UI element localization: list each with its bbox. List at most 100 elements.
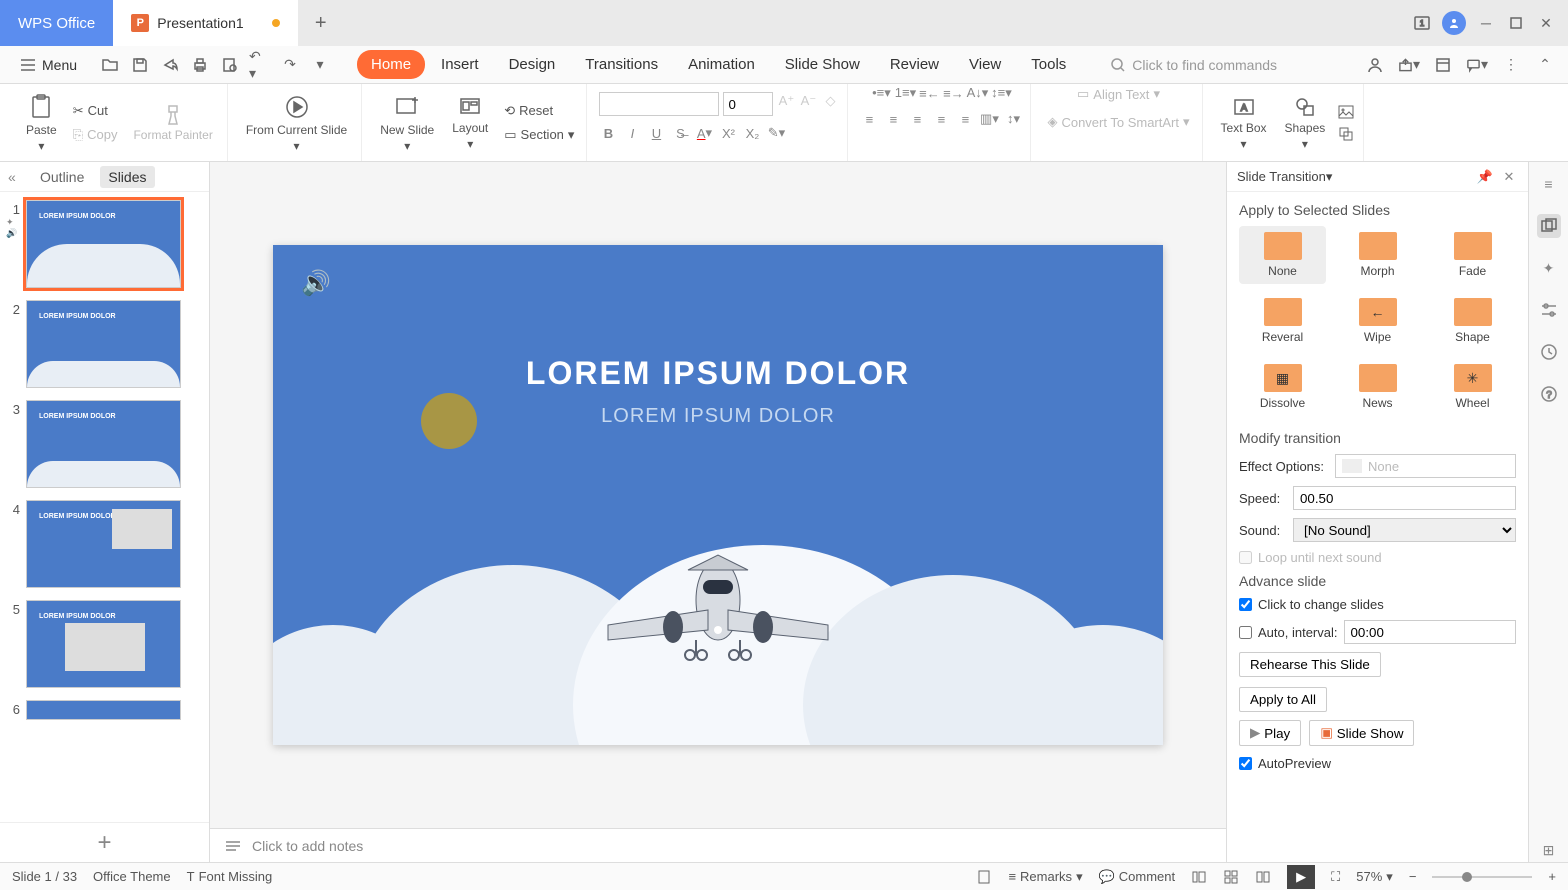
- pin-icon[interactable]: 📌: [1476, 168, 1494, 186]
- italic-icon[interactable]: I: [623, 124, 641, 142]
- rail-transition-icon[interactable]: [1537, 214, 1561, 238]
- tab-review[interactable]: Review: [876, 50, 953, 79]
- present-button[interactable]: ▶: [1287, 865, 1315, 889]
- tab-view[interactable]: View: [955, 50, 1015, 79]
- highlight-icon[interactable]: ✎▾: [767, 124, 785, 142]
- rail-grid-icon[interactable]: ⊞: [1537, 838, 1561, 862]
- save-icon[interactable]: [129, 54, 151, 76]
- tab-tools[interactable]: Tools: [1017, 50, 1080, 79]
- layout-button[interactable]: Layout▾: [446, 91, 494, 155]
- redo-icon[interactable]: ↷: [279, 54, 301, 76]
- sun-shape[interactable]: [421, 393, 477, 449]
- clear-format-icon[interactable]: ◇: [821, 92, 839, 110]
- text-box-button[interactable]: A Text Box▾: [1215, 91, 1273, 155]
- close-button[interactable]: ✕: [1536, 13, 1556, 33]
- tab-home[interactable]: Home: [357, 50, 425, 79]
- distribute-icon[interactable]: ≡: [956, 110, 974, 128]
- window-icon[interactable]: [1432, 54, 1454, 76]
- underline-icon[interactable]: U: [647, 124, 665, 142]
- remarks-button[interactable]: ≡Remarks▾: [1008, 869, 1082, 885]
- collapse-panel-icon[interactable]: «: [8, 169, 16, 185]
- bullets-icon[interactable]: •≡▾: [872, 84, 890, 102]
- export-icon[interactable]: ▾: [1398, 54, 1420, 76]
- comment-icon[interactable]: ▾: [1466, 54, 1488, 76]
- transition-shape[interactable]: Shape: [1429, 292, 1516, 350]
- tab-animation[interactable]: Animation: [674, 50, 769, 79]
- undo-icon[interactable]: ↶ ▾: [249, 54, 271, 76]
- customize-icon[interactable]: ▾: [309, 54, 331, 76]
- tab-slide-show[interactable]: Slide Show: [771, 50, 874, 79]
- rail-toggle-icon[interactable]: ≡: [1537, 172, 1561, 196]
- sorter-view-icon[interactable]: [1223, 869, 1239, 885]
- subscript-icon[interactable]: X₂: [743, 124, 761, 142]
- cut-button[interactable]: ✂Cut: [69, 101, 122, 121]
- collapse-ribbon-icon[interactable]: ⌃: [1534, 54, 1556, 76]
- autopreview-checkbox[interactable]: [1239, 757, 1252, 770]
- canvas-scroll[interactable]: 🔊 LOREM IPSUM DOLOR LOREM IPSUM DOLOR: [210, 162, 1226, 828]
- align-center-icon[interactable]: ≡: [884, 110, 902, 128]
- paste-button[interactable]: Paste▾: [20, 89, 63, 157]
- justify-icon[interactable]: ≡: [932, 110, 950, 128]
- slide-canvas[interactable]: 🔊 LOREM IPSUM DOLOR LOREM IPSUM DOLOR: [273, 245, 1163, 745]
- slide-thumbs-list[interactable]: 1 ✦ 🔊 LOREM IPSUM DOLOR 2 LOREM IPSUM DO…: [0, 192, 209, 822]
- line-spacing2-icon[interactable]: ↕▾: [1004, 110, 1022, 128]
- superscript-icon[interactable]: X²: [719, 124, 737, 142]
- new-slide-button[interactable]: New Slide▾: [374, 89, 440, 157]
- tab-wps-office[interactable]: WPS Office: [0, 0, 113, 46]
- more-icon[interactable]: ⋮: [1500, 54, 1522, 76]
- tab-document[interactable]: P Presentation1: [113, 0, 297, 46]
- minimize-button[interactable]: ─: [1476, 13, 1496, 33]
- slide-thumb-2[interactable]: LOREM IPSUM DOLOR: [26, 300, 181, 388]
- columns-icon[interactable]: ▥▾: [980, 110, 998, 128]
- rail-settings-icon[interactable]: [1537, 298, 1561, 322]
- panel-tab-outline[interactable]: Outline: [40, 169, 84, 185]
- transition-none[interactable]: None: [1239, 226, 1326, 284]
- rail-history-icon[interactable]: [1537, 340, 1561, 364]
- page-setup-icon[interactable]: [976, 869, 992, 885]
- section-button[interactable]: ▭Section▾: [500, 125, 578, 145]
- sound-object-icon[interactable]: 🔊: [301, 269, 331, 298]
- transition-dissolve[interactable]: ▦Dissolve: [1239, 358, 1326, 416]
- reading-view-icon[interactable]: [1255, 869, 1271, 885]
- reset-button[interactable]: ⟲Reset: [500, 101, 578, 121]
- transition-morph[interactable]: Morph: [1334, 226, 1421, 284]
- font-size-input[interactable]: [723, 92, 773, 116]
- panel-tab-slides[interactable]: Slides: [100, 166, 154, 188]
- slide-thumb-3[interactable]: LOREM IPSUM DOLOR: [26, 400, 181, 488]
- numbering-icon[interactable]: 1≡▾: [896, 84, 914, 102]
- decrease-indent-icon[interactable]: ≡←: [920, 84, 938, 102]
- transition-wipe[interactable]: ←Wipe: [1334, 292, 1421, 350]
- slide-show-button[interactable]: ▣Slide Show: [1309, 720, 1414, 746]
- click-to-change-checkbox[interactable]: [1239, 598, 1252, 611]
- transition-news[interactable]: News: [1334, 358, 1421, 416]
- rail-help-icon[interactable]: ?: [1537, 382, 1561, 406]
- transition-wheel[interactable]: ✳Wheel: [1429, 358, 1516, 416]
- auto-interval-input[interactable]: [1344, 620, 1517, 644]
- from-current-button[interactable]: From Current Slide▾: [240, 89, 353, 157]
- slide-thumb-5[interactable]: LOREM IPSUM DOLOR: [26, 600, 181, 688]
- add-slide-button[interactable]: +: [0, 822, 209, 862]
- speed-input[interactable]: [1293, 486, 1516, 510]
- rehearse-button[interactable]: Rehearse This Slide: [1239, 652, 1381, 677]
- font-color-icon[interactable]: A▾: [695, 124, 713, 142]
- user-icon[interactable]: [1364, 54, 1386, 76]
- zoom-level[interactable]: 57%▾: [1356, 869, 1393, 885]
- text-direction-icon[interactable]: A↓▾: [968, 84, 986, 102]
- comment-button[interactable]: 💬Comment: [1099, 869, 1176, 885]
- apply-all-button[interactable]: Apply to All: [1239, 687, 1327, 712]
- decrease-font-icon[interactable]: A⁻: [799, 92, 817, 110]
- format-painter-button[interactable]: Format Painter: [127, 99, 218, 146]
- align-text-button[interactable]: ▭Align Text▾: [1073, 84, 1164, 104]
- print-icon[interactable]: [189, 54, 211, 76]
- print-preview-icon[interactable]: [219, 54, 241, 76]
- transition-panel-title[interactable]: Slide Transition▾: [1237, 169, 1476, 185]
- slide-thumb-1[interactable]: LOREM IPSUM DOLOR: [26, 200, 181, 288]
- notes-bar[interactable]: Click to add notes: [210, 828, 1226, 862]
- effect-options-select[interactable]: None: [1335, 454, 1516, 478]
- tab-transitions[interactable]: Transitions: [571, 50, 672, 79]
- line-spacing-icon[interactable]: ↕≡▾: [992, 84, 1010, 102]
- new-tab-button[interactable]: +: [298, 0, 344, 46]
- transition-reveral[interactable]: Reveral: [1239, 292, 1326, 350]
- sound-select[interactable]: [No Sound]: [1293, 518, 1516, 542]
- loop-checkbox[interactable]: [1239, 551, 1252, 564]
